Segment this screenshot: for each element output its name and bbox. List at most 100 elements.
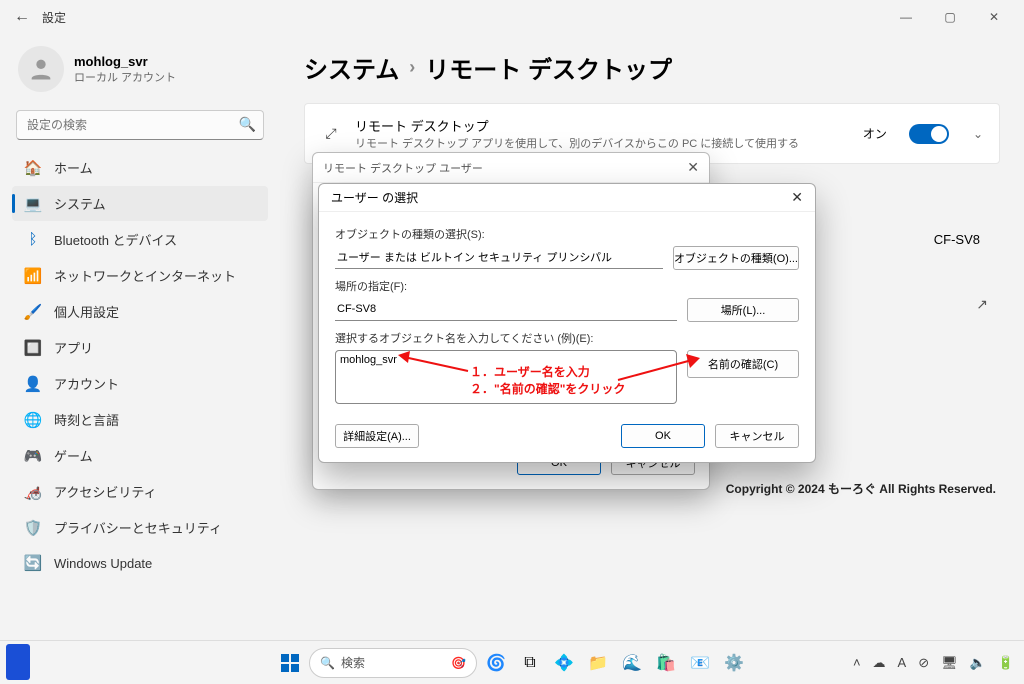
nav-personalize[interactable]: 🖌️ 個人用設定 [12, 294, 268, 329]
nav-accounts[interactable]: 👤 アカウント [12, 366, 268, 401]
tray-ime-icon[interactable]: A [898, 655, 907, 670]
system-icon: 💻 [24, 195, 42, 213]
tray-volume-icon[interactable]: 🔈 [970, 655, 986, 671]
objtype-field[interactable] [335, 247, 663, 269]
chevron-right-icon: › [409, 57, 415, 78]
avatar-icon [18, 46, 64, 92]
shield-icon: 🛡️ [24, 519, 42, 537]
titlebar: ← 設定 — ▢ ✕ [0, 0, 1024, 34]
user-select-dialog: ユーザー の選択 ✕ オブジェクトの種類の選択(S): オブジェクトの種類(O)… [318, 183, 816, 463]
tray-onedrive-icon[interactable]: ☁ [873, 655, 886, 671]
nav-label: アプリ [54, 338, 93, 357]
back-button[interactable]: ← [8, 8, 36, 26]
tb-chat-icon[interactable]: 💠 [549, 648, 579, 678]
loc-label: 場所の指定(F): [335, 278, 799, 294]
tray-caution-icon[interactable]: ⊘ [918, 655, 929, 671]
dlg2-cancel-button[interactable]: キャンセル [715, 424, 799, 448]
search-icon: 🔍 [320, 656, 335, 670]
objtype-label: オブジェクトの種類の選択(S): [335, 226, 799, 242]
loc-field[interactable] [335, 299, 677, 321]
start-icon[interactable] [275, 648, 305, 678]
game-icon: 🎮 [24, 447, 42, 465]
account-icon: 👤 [24, 375, 42, 393]
nav-accessibility[interactable]: 🦽 アクセシビリティ [12, 474, 268, 509]
nav-home[interactable]: 🏠 ホーム [12, 150, 268, 185]
close-button[interactable]: ✕ [972, 2, 1016, 32]
window-title: 設定 [42, 9, 66, 26]
nav-privacy[interactable]: 🛡️ プライバシーとセキュリティ [12, 510, 268, 545]
tb-widget[interactable] [6, 644, 30, 680]
nav-update[interactable]: 🔄 Windows Update [12, 546, 268, 580]
search-icon: 🔍 [239, 116, 256, 133]
tray-screen-icon[interactable]: 🖥 [941, 655, 958, 671]
open-link-icon[interactable]: ↗ [976, 296, 988, 313]
nav-label: アカウント [54, 374, 119, 393]
home-icon: 🏠 [24, 159, 42, 177]
dlg1-title: リモート デスクトップ ユーザー [323, 160, 483, 176]
maximize-button[interactable]: ▢ [928, 2, 972, 32]
nav-label: プライバシーとセキュリティ [54, 518, 222, 537]
search-box[interactable]: 🔍 [16, 110, 264, 140]
nav-game[interactable]: 🎮 ゲーム [12, 438, 268, 473]
nav-label: ネットワークとインターネット [54, 266, 236, 285]
nav-label: Bluetooth とデバイス [54, 230, 177, 249]
accessibility-icon: 🦽 [24, 483, 42, 501]
tb-outlook-icon[interactable]: 📧 [685, 648, 715, 678]
systray[interactable]: ˄ ☁ A ⊘ 🖥 🔈 🔋 [853, 655, 1014, 671]
annotation: １．ユーザー名を入力 ２．"名前の確認"をクリック [470, 364, 625, 398]
tray-chevron-icon[interactable]: ˄ [853, 655, 861, 670]
tb-edge-icon[interactable]: 🌊 [617, 648, 647, 678]
tb-search[interactable]: 🔍検索🎯 [309, 648, 477, 678]
dlg1-close-icon[interactable]: ✕ [687, 159, 699, 176]
tb-settings-icon[interactable]: ⚙️ [719, 648, 749, 678]
copyright: Copyright © 2024 もーろぐ All Rights Reserve… [726, 480, 996, 497]
tb-search-label: 検索 [341, 654, 365, 671]
user-block[interactable]: mohlog_svr ローカル アカウント [12, 40, 268, 108]
nav-label: 個人用設定 [54, 302, 119, 321]
update-icon: 🔄 [24, 554, 42, 572]
nav-label: ホーム [54, 158, 93, 177]
nav-bluetooth[interactable]: ᛒBluetooth とデバイス [12, 222, 268, 257]
nav-label: ゲーム [54, 446, 93, 465]
apps-icon: 🔲 [24, 339, 42, 357]
nav-label: システム [54, 194, 106, 213]
objtype-button[interactable]: オブジェクトの種類(O)... [673, 246, 799, 270]
rd-on-label: オン [863, 125, 887, 142]
search-input[interactable] [16, 110, 264, 140]
tb-taskview-icon[interactable]: ⧉ [515, 648, 545, 678]
breadcrumb-leaf: リモート デスクトップ [425, 50, 672, 85]
dlg2-title: ユーザー の選択 [331, 189, 418, 206]
user-name: mohlog_svr [74, 54, 176, 69]
tb-explorer-icon[interactable]: 📁 [583, 648, 613, 678]
chevron-down-icon[interactable]: ⌄ [973, 127, 983, 141]
tb-store-icon[interactable]: 🛍️ [651, 648, 681, 678]
nav-network[interactable]: 📶 ネットワークとインターネット [12, 258, 268, 293]
nav-system[interactable]: 💻 システム [12, 186, 268, 221]
loc-button[interactable]: 場所(L)... [687, 298, 799, 322]
annot-line2: ２．"名前の確認"をクリック [470, 381, 625, 398]
nav-label: 時刻と言語 [54, 410, 119, 429]
wifi-icon: 📶 [24, 267, 42, 285]
rd-arrows-icon: ⤢ [321, 125, 341, 142]
dlg2-close-icon[interactable]: ✕ [791, 189, 803, 206]
annot-line1: １．ユーザー名を入力 [470, 364, 625, 381]
tray-battery-icon[interactable]: 🔋 [998, 655, 1014, 671]
user-sub: ローカル アカウント [74, 69, 176, 85]
dlg2-ok-button[interactable]: OK [621, 424, 705, 448]
nav-label: Windows Update [54, 556, 152, 571]
minimize-button[interactable]: — [884, 2, 928, 32]
pcname-value: CF-SV8 [934, 232, 980, 247]
globe-icon: 🌐 [24, 411, 42, 429]
nav-time[interactable]: 🌐 時刻と言語 [12, 402, 268, 437]
nav-apps[interactable]: 🔲 アプリ [12, 330, 268, 365]
tb-copilot-icon[interactable]: 🌀 [481, 648, 511, 678]
name-label: 選択するオブジェクト名を入力してください (例)(E): [335, 330, 799, 346]
advanced-button[interactable]: 詳細設定(A)... [335, 424, 419, 448]
nav-label: アクセシビリティ [54, 482, 157, 501]
rd-toggle[interactable] [909, 124, 949, 144]
brush-icon: 🖌️ [24, 303, 42, 321]
check-names-button[interactable]: 名前の確認(C) [687, 350, 799, 378]
breadcrumb-root[interactable]: システム [304, 50, 399, 85]
taskbar: 🔍検索🎯 🌀 ⧉ 💠 📁 🌊 🛍️ 📧 ⚙️ ˄ ☁ A ⊘ 🖥 🔈 🔋 [0, 640, 1024, 684]
rd-sub: リモート デスクトップ アプリを使用して、別のデバイスからこの PC に接続して… [355, 135, 849, 151]
